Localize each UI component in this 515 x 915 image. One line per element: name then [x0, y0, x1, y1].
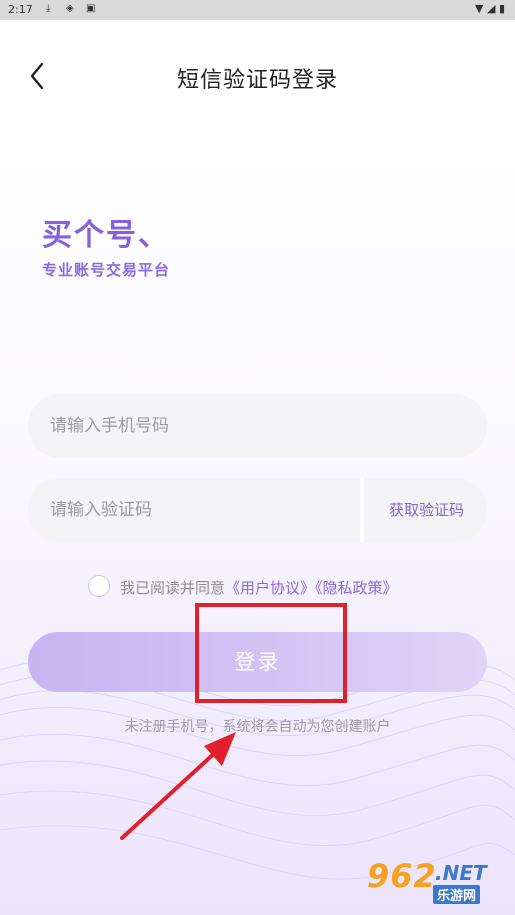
- status-time: 2:17: [8, 3, 33, 16]
- annotation-arrow-icon: [120, 732, 236, 840]
- privacy-policy-link[interactable]: 《隐私政策》: [315, 579, 398, 597]
- wifi-icon: ▼: [475, 2, 484, 15]
- watermark-suffix: .NET: [435, 861, 487, 885]
- download-icon: ⤓: [46, 3, 51, 14]
- agreement-text: 我已阅读并同意《用户协议》《隐私政策》: [120, 577, 398, 598]
- signal-icon: ◢: [486, 2, 496, 15]
- a-icon: ▣: [86, 3, 96, 14]
- register-hint: 未注册手机号，系统将会自动为您创建账户: [124, 719, 391, 735]
- watermark-cn: 乐游网: [433, 885, 481, 904]
- get-code-button[interactable]: 获取验证码: [366, 478, 487, 542]
- shield-icon: ◈: [66, 3, 74, 14]
- code-field: 获取验证码: [28, 478, 487, 542]
- annotation-box: [195, 603, 347, 703]
- watermark-number: 962: [367, 857, 437, 895]
- status-bar: 2:17 ⤓ ◈ ▣ ▼ ◢ ▮: [0, 0, 515, 20]
- battery-icon: ▮: [498, 2, 505, 15]
- slogan-title: 买个号、: [42, 218, 170, 253]
- code-divider: [360, 478, 364, 542]
- slogan-subtitle: 专业账号交易平台: [42, 261, 171, 279]
- user-agreement-link[interactable]: 《用户协议》: [225, 579, 315, 597]
- agree-checkbox[interactable]: [88, 575, 110, 597]
- page-title: 短信验证码登录: [176, 68, 338, 93]
- header: 短信验证码登录: [0, 48, 515, 108]
- phone-input[interactable]: [28, 394, 487, 458]
- agreement-label: 我已阅读并同意: [120, 579, 226, 597]
- watermark-logo: 962 .NET 乐游网: [355, 857, 505, 907]
- code-input[interactable]: [28, 478, 358, 542]
- status-icons: ▼ ◢ ▮: [475, 2, 505, 15]
